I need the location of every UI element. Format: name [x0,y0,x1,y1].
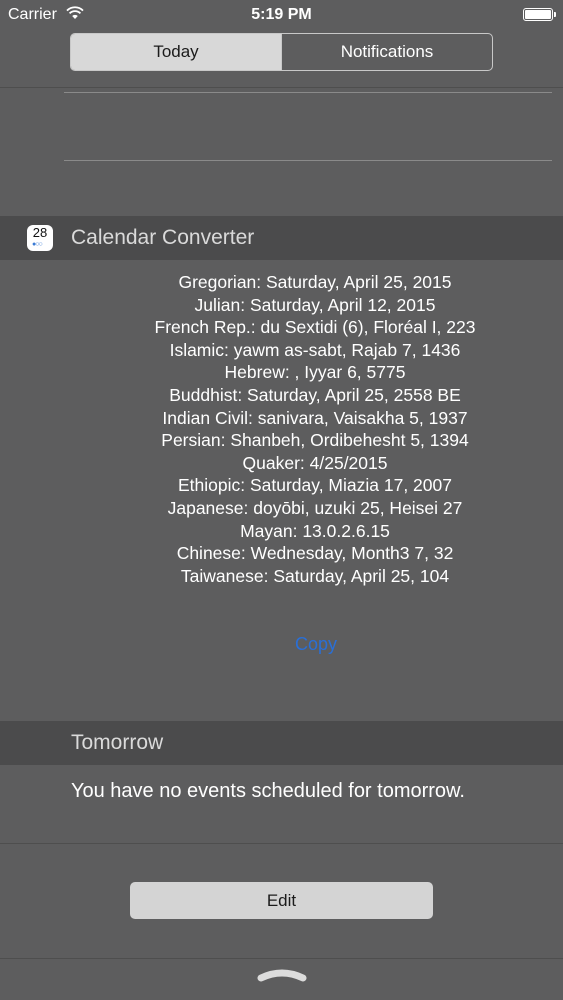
tab-today[interactable]: Today [71,34,281,70]
divider [0,87,563,88]
calendar-line-islamic: Islamic: yawm as-sabt, Rajab 7, 1436 [169,339,461,360]
widget-title: Calendar Converter [71,226,255,249]
calendar-line-ethiopic: Ethiopic: Saturday, Miazia 17, 2007 [177,475,452,496]
separator-line [64,92,552,93]
battery-icon [523,8,556,21]
clock-time: 5:19 PM [251,6,312,23]
status-bar: Carrier 5:19 PM [0,0,563,30]
calendar-app-icon: 28 ●○○ [27,225,53,251]
grabber-handle-icon[interactable] [257,966,307,986]
calendar-line-japanese: Japanese: doyōbi, uzuki 25, Heisei 27 [167,497,463,518]
divider [0,958,563,959]
calendar-line-taiwanese: Taiwanese: Saturday, April 25, 104 [180,565,450,586]
calendar-line-quaker: Quaker: 4/25/2015 [242,452,388,473]
tab-notifications[interactable]: Notifications [281,34,492,70]
calendar-line-julian: Julian: Saturday, April 12, 2015 [194,294,436,315]
tomorrow-message: You have no events scheduled for tomorro… [71,780,465,802]
copy-button[interactable]: Copy [0,634,563,655]
separator-line [64,160,552,161]
divider [0,843,563,844]
calendar-line-buddhist: Buddhist: Saturday, April 25, 2558 BE [169,384,461,405]
calendar-line-french-republican: French Rep.: du Sextidi (6), Floréal I, … [154,317,476,338]
edit-button[interactable]: Edit [130,882,433,919]
view-segmented-control: Today Notifications [70,33,493,71]
calendar-line-mayan: Mayan: 13.0.2.6.15 [240,520,390,541]
calendar-conversions-list: Gregorian: Saturday, April 25, 2015 Juli… [0,271,563,587]
calendar-converter-header[interactable]: 28 ●○○ Calendar Converter [0,216,563,260]
calendar-line-chinese: Chinese: Wednesday, Month3 7, 32 [176,543,454,564]
calendar-line-indian-civil: Indian Civil: sanivara, Vaisakha 5, 1937 [162,407,468,428]
dots-icon: ●○○ [32,241,43,248]
calendar-icon-day: 28 [32,225,48,240]
calendar-line-gregorian: Gregorian: Saturday, April 25, 2015 [178,272,452,292]
calendar-line-hebrew: Hebrew: , Iyyar 6, 5775 [224,362,406,383]
calendar-line-persian: Persian: Shanbeh, Ordibehesht 5, 1394 [161,430,469,451]
tomorrow-title: Tomorrow [71,731,164,754]
tomorrow-header[interactable]: Tomorrow [0,721,563,765]
